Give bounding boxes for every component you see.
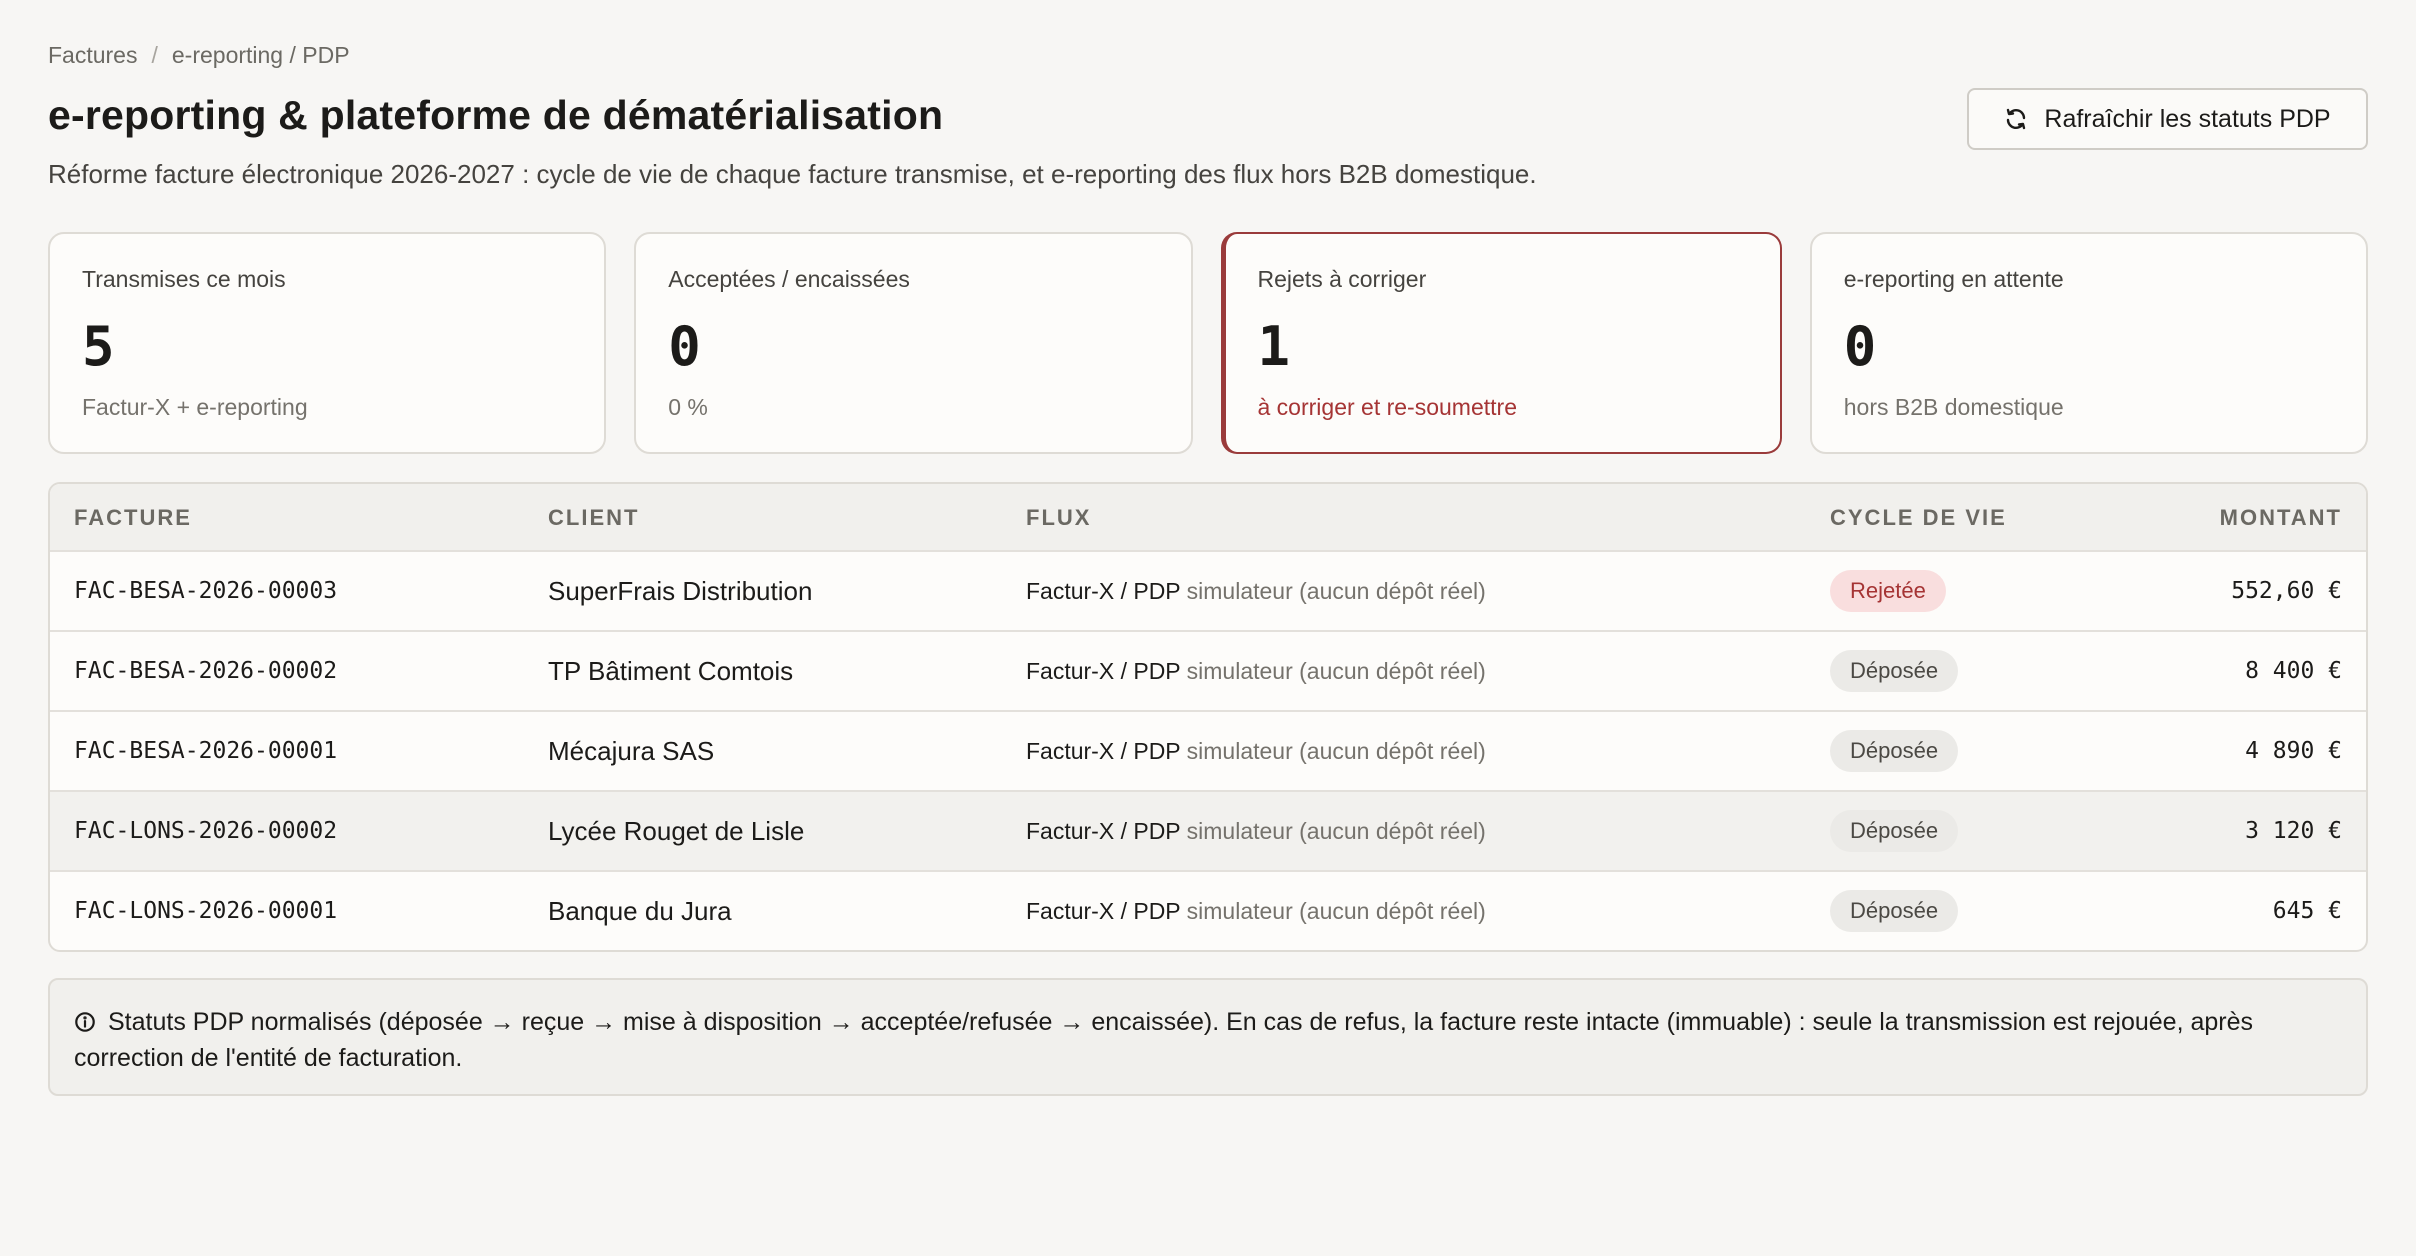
status-badge: Déposée <box>1830 730 1959 772</box>
client-name: Banque du Jura <box>548 895 732 926</box>
flow-cell: Factur-X / PDP simulateur (aucun dépôt r… <box>1026 792 1486 870</box>
flow-note: simulateur (aucun dépôt réel) <box>1186 737 1486 764</box>
flow-type: Factur-X / PDP <box>1026 737 1181 764</box>
kpi-note: Factur-X + e-reporting <box>82 394 308 420</box>
table-row[interactable]: FAC-LONS-2026-00001 Banque du Jura Factu… <box>50 872 2366 950</box>
page-subtitle: Réforme facture électronique 2026-2027 :… <box>48 159 1537 189</box>
page: Factures / e-reporting / PDP e-reporting… <box>0 0 2416 1256</box>
invoice-number: FAC-BESA-2026-00003 <box>74 578 338 604</box>
kpi-label: Rejets à corriger <box>1257 266 1427 292</box>
invoice-number: FAC-BESA-2026-00001 <box>74 738 338 764</box>
flow-type: Factur-X / PDP <box>1026 577 1181 604</box>
table-row[interactable]: FAC-BESA-2026-00002 TP Bâtiment Comtois … <box>50 632 2366 712</box>
flow-cell: Factur-X / PDP simulateur (aucun dépôt r… <box>1026 872 1486 950</box>
flow-type: Factur-X / PDP <box>1026 657 1181 684</box>
kpi-card-rejections[interactable]: Rejets à corriger 1 à corriger et re-sou… <box>1220 232 1782 454</box>
lifecycle-cell: Déposée <box>1830 792 1959 870</box>
flow-cell: Factur-X / PDP simulateur (aucun dépôt r… <box>1026 712 1486 790</box>
column-header-flow[interactable]: FLUX <box>1026 484 1091 552</box>
amount: 3 120 € <box>2245 818 2342 844</box>
invoice-number: FAC-LONS-2026-00001 <box>74 898 338 924</box>
kpi-value: 0 <box>1843 315 1877 378</box>
table-row[interactable]: FAC-BESA-2026-00003 SuperFrais Distribut… <box>50 552 2366 632</box>
client-name: TP Bâtiment Comtois <box>548 655 794 686</box>
breadcrumb-current: e-reporting / PDP <box>171 42 350 68</box>
lifecycle-cell: Déposée <box>1830 712 1959 790</box>
status-badge: Rejetée <box>1830 570 1946 612</box>
lifecycle-cell: Rejetée <box>1830 552 1946 630</box>
flow-note: simulateur (aucun dépôt réel) <box>1186 657 1486 684</box>
client-name: Mécajura SAS <box>548 735 715 766</box>
refresh-button-label: Rafraîchir les statuts PDP <box>2044 104 2331 133</box>
flow-cell: Factur-X / PDP simulateur (aucun dépôt r… <box>1026 552 1486 630</box>
table-row[interactable]: FAC-BESA-2026-00001 Mécajura SAS Factur-… <box>50 712 2366 792</box>
kpi-card-accepted: Acceptées / encaissées 0 0 % <box>634 232 1193 454</box>
status-badge: Déposée <box>1830 650 1959 692</box>
kpi-label: Acceptées / encaissées <box>668 266 910 292</box>
amount: 8 400 € <box>2245 658 2342 684</box>
lifecycle-cell: Déposée <box>1830 872 1959 950</box>
flow-note: simulateur (aucun dépôt réel) <box>1186 817 1486 844</box>
kpi-note: 0 % <box>668 394 708 420</box>
invoice-number: FAC-BESA-2026-00002 <box>74 658 338 684</box>
kpi-label: e-reporting en attente <box>1843 266 2064 292</box>
kpi-label: Transmises ce mois <box>82 266 286 292</box>
info-text: Statuts PDP normalisés (déposée → reçue … <box>74 1008 2253 1072</box>
column-header-invoice[interactable]: FACTURE <box>74 484 192 552</box>
invoice-number: FAC-LONS-2026-00002 <box>74 818 338 844</box>
table-row[interactable]: FAC-LONS-2026-00002 Lycée Rouget de Lisl… <box>50 792 2366 872</box>
column-header-lifecycle[interactable]: CYCLE DE VIE <box>1830 484 2007 552</box>
column-header-client[interactable]: CLIENT <box>548 484 639 552</box>
kpi-cards: Transmises ce mois 5 Factur-X + e-report… <box>48 232 2368 454</box>
lifecycle-cell: Déposée <box>1830 632 1959 710</box>
flow-type: Factur-X / PDP <box>1026 817 1181 844</box>
table-header: FACTURE CLIENT FLUX CYCLE DE VIE MONTANT <box>50 484 2366 552</box>
client-name: SuperFrais Distribution <box>548 575 813 606</box>
amount: 645 € <box>2272 898 2342 924</box>
kpi-card-ereporting: e-reporting en attente 0 hors B2B domest… <box>1809 232 2368 454</box>
info-circle-icon <box>75 1012 95 1032</box>
kpi-value: 5 <box>82 315 115 378</box>
status-badge: Déposée <box>1830 890 1959 932</box>
page-title: e-reporting & plateforme de dématérialis… <box>48 92 944 138</box>
info-banner: Statuts PDP normalisés (déposée → reçue … <box>48 978 2368 1096</box>
kpi-value: 0 <box>668 315 701 378</box>
flow-note: simulateur (aucun dépôt réel) <box>1186 897 1486 924</box>
breadcrumb-separator: / <box>151 42 158 68</box>
kpi-note: hors B2B domestique <box>1843 394 2064 420</box>
flow-note: simulateur (aucun dépôt réel) <box>1186 577 1486 604</box>
breadcrumb-root[interactable]: Factures <box>48 42 137 69</box>
amount: 552,60 € <box>2231 578 2342 604</box>
kpi-card-transmitted: Transmises ce mois 5 Factur-X + e-report… <box>48 232 607 454</box>
flow-type: Factur-X / PDP <box>1026 897 1181 924</box>
breadcrumb: Factures / e-reporting / PDP <box>48 42 350 69</box>
column-header-amount[interactable]: MONTANT <box>2220 484 2342 552</box>
amount: 4 890 € <box>2245 738 2342 764</box>
kpi-note: à corriger et re-soumettre <box>1257 394 1517 420</box>
client-name: Lycée Rouget de Lisle <box>548 815 805 846</box>
status-badge: Déposée <box>1830 810 1959 852</box>
flow-cell: Factur-X / PDP simulateur (aucun dépôt r… <box>1026 632 1486 710</box>
refresh-icon <box>2007 108 2026 130</box>
invoices-table: FACTURE CLIENT FLUX CYCLE DE VIE MONTANT… <box>48 482 2368 952</box>
refresh-pdp-status-button[interactable]: Rafraîchir les statuts PDP <box>1967 88 2368 150</box>
kpi-value: 1 <box>1257 315 1291 378</box>
